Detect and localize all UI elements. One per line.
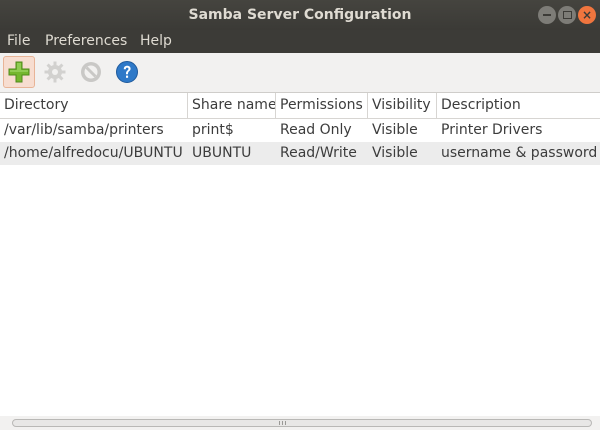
cell-visibility: Visible xyxy=(372,122,418,138)
column-header-visibility[interactable]: Visibility xyxy=(368,93,437,118)
cell-permissions: Read/Write xyxy=(280,145,357,161)
delete-icon xyxy=(81,62,101,82)
table-row[interactable]: /var/lib/samba/printers print$ Read Only… xyxy=(0,119,600,142)
gear-icon xyxy=(44,61,66,83)
cell-description: Printer Drivers xyxy=(441,122,543,138)
column-header-directory[interactable]: Directory xyxy=(0,93,188,118)
share-properties-button[interactable] xyxy=(39,56,71,88)
column-header-permissions[interactable]: Permissions xyxy=(276,93,368,118)
cell-description: username & password r xyxy=(441,145,600,161)
cell-permissions: Read Only xyxy=(280,122,352,138)
add-share-button[interactable] xyxy=(3,56,35,88)
grip-icon xyxy=(279,421,289,425)
menu-file[interactable]: File xyxy=(7,30,30,53)
maximize-button[interactable] xyxy=(558,6,576,24)
scrollbar-thumb[interactable] xyxy=(12,419,592,427)
cell-directory: /home/alfredocu/UBUNTU xyxy=(4,145,183,161)
minimize-button[interactable] xyxy=(538,6,556,24)
delete-share-button[interactable] xyxy=(75,56,107,88)
menu-help[interactable]: Help xyxy=(140,30,172,53)
horizontal-scrollbar[interactable] xyxy=(0,416,600,430)
toolbar xyxy=(0,53,600,91)
table-header: Directory Share name Permissions Visibil… xyxy=(0,93,600,119)
menu-bar: File Preferences Help xyxy=(0,30,600,53)
add-icon xyxy=(8,61,30,83)
cell-visibility: Visible xyxy=(372,145,418,161)
maximize-icon xyxy=(562,11,572,19)
title-bar[interactable]: Samba Server Configuration × xyxy=(0,0,600,30)
cell-share-name: print$ xyxy=(192,122,234,138)
cell-directory: /var/lib/samba/printers xyxy=(4,122,164,138)
help-button[interactable] xyxy=(111,56,143,88)
close-button[interactable]: × xyxy=(578,6,596,24)
cell-share-name: UBUNTU xyxy=(192,145,252,161)
menu-preferences[interactable]: Preferences xyxy=(45,30,127,53)
help-icon xyxy=(116,61,138,83)
table-row[interactable]: /home/alfredocu/UBUNTU UBUNTU Read/Write… xyxy=(0,142,600,165)
samba-config-window: Samba Server Configuration × File Prefer… xyxy=(0,0,600,430)
minimize-icon xyxy=(543,14,551,16)
close-icon: × xyxy=(581,8,593,22)
column-header-description[interactable]: Description xyxy=(437,93,600,118)
column-header-share-name[interactable]: Share name xyxy=(188,93,276,118)
window-title: Samba Server Configuration xyxy=(188,7,412,23)
shares-table: Directory Share name Permissions Visibil… xyxy=(0,92,600,417)
